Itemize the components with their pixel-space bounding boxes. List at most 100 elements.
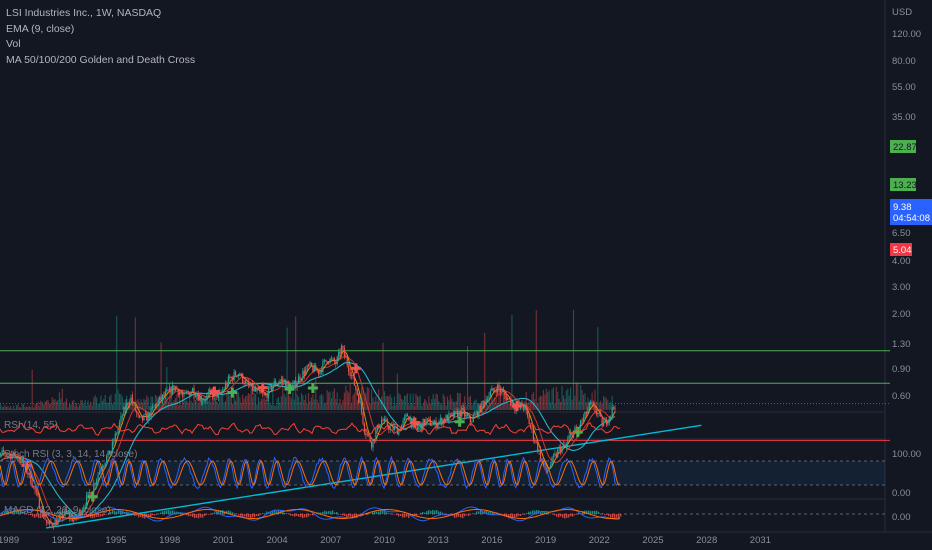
candle-body [37,492,39,497]
volume-bar [313,399,315,410]
volume-bar [577,382,579,410]
macd-histogram-bar [304,514,306,518]
macd-histogram-bar [394,514,396,515]
volume-bar [73,399,75,410]
chart-canvas[interactable]: USD 120.00 80.00 55.00 35.00 6.50 4.00 3.00 2.0… [0,0,932,550]
volume-bar [224,401,227,410]
candle-body [220,391,222,393]
candle-body [613,407,615,409]
candle-body [307,365,310,367]
volume-bar [565,390,567,410]
candle-body [442,419,444,425]
volume-bar [392,405,394,410]
macd-histogram-bar [196,514,198,518]
macd-histogram-bar [206,514,208,515]
candle-body [405,414,407,417]
volume-bar [426,404,428,410]
macd-histogram-bar [532,510,534,514]
rsi-label[interactable]: RSI (14, 55) [4,420,58,431]
macd-histogram-bar [396,514,398,516]
volume-bar [81,400,83,410]
macd-histogram-bar [138,514,140,518]
candle-body [35,490,38,493]
volume-bar [414,405,416,410]
candle-body [392,424,394,430]
macd-histogram-bar [284,512,286,514]
volume-bar [94,395,96,410]
macd-histogram-bar [158,513,160,515]
candle-body [151,407,154,408]
legend-ema[interactable]: EMA (9, close) [6,22,195,38]
candle-body [237,374,240,376]
volume-bar [296,394,298,410]
x-tick-label: 1992 [52,535,73,546]
candle-body [422,419,424,430]
volume-bar [349,383,351,410]
macd-histogram-bar [424,512,426,514]
macd-histogram-bar [398,514,400,517]
candle-body [504,391,506,395]
volume-bar [242,394,244,410]
candle-body [295,380,297,388]
macd-histogram-bar [618,514,620,518]
volume-bar [584,393,586,410]
candle-body [57,517,59,525]
candle-body [446,415,449,422]
macd-histogram-bar [550,513,552,515]
volume-bar [532,392,534,410]
volume-bar [326,390,328,410]
macd-histogram-bar [166,510,168,514]
volume-bar [395,405,397,410]
candle-body [527,410,529,417]
candle-body [488,395,490,401]
volume-bar [18,407,20,410]
death-cross-marker [257,386,268,390]
candle-body [171,385,174,395]
candle-body [186,392,188,394]
volume-bar [184,400,186,410]
volume-bar [300,393,302,410]
candle-body [509,398,512,406]
macd-histogram-bar [556,514,558,517]
macd-histogram-bar [520,514,522,516]
macd-histogram-bar [344,514,346,516]
volume-bar [405,395,407,410]
badge-price: 9.38 [893,202,912,213]
candle-body [146,413,148,421]
macd-histogram-bar [332,510,334,514]
legend-ma-cross[interactable]: MA 50/100/200 Golden and Death Cross [6,53,195,69]
candle-body [181,393,184,395]
volume-bar [471,405,473,410]
macd-histogram-bar [390,513,392,515]
candle-body [408,416,410,421]
macd-histogram-bar [232,512,234,514]
badge-s1: 5.04 [893,245,912,256]
symbol-title[interactable]: LSI Industries Inc., 1W, NASDAQ [6,6,195,22]
macd-histogram-bar [604,514,606,516]
candle-body [472,415,474,422]
volume-bar [484,332,486,410]
macd-label[interactable]: MACD (12, 26, 9, close) [4,505,111,516]
golden-cross-marker [87,495,98,499]
volume-bar [574,395,576,410]
macd-histogram-bar [458,514,460,517]
volume-bar [71,400,73,410]
candle-body [336,357,338,365]
volume-bar [409,393,411,410]
candle-body [253,388,255,392]
macd-histogram-bar [612,514,614,518]
y-tick-label: 55.00 [892,82,916,93]
volume-bar [598,402,600,410]
macd-histogram-bar [326,511,328,514]
rsi-line [0,421,621,437]
candle-body [605,418,608,425]
candle-body [402,420,404,425]
macd-histogram-bar [440,511,442,514]
death-cross-marker [511,404,522,408]
macd-histogram-bar [512,514,514,518]
stoch-rsi-label[interactable]: Stoch RSI (3, 3, 14, 14, close) [4,449,137,460]
legend-vol[interactable]: Vol [6,37,195,53]
macd-histogram-bar [542,511,544,514]
volume-bar [458,393,460,410]
candle-body [562,444,565,447]
